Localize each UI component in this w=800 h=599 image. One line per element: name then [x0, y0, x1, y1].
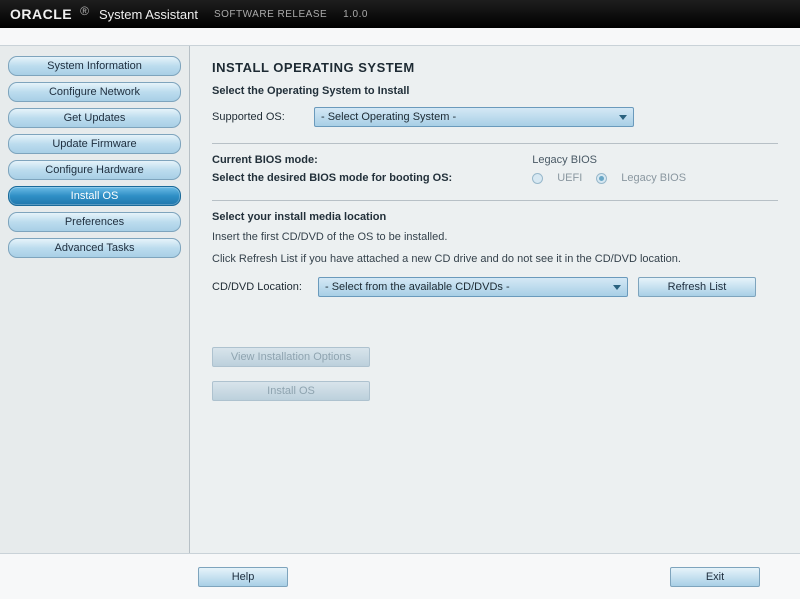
sidebar-item-preferences[interactable]: Preferences: [8, 212, 181, 232]
supported-os-value: - Select Operating System -: [321, 111, 456, 123]
cd-location-select[interactable]: - Select from the available CD/DVDs -: [318, 277, 628, 297]
bios-radio-group: UEFI Legacy BIOS: [532, 172, 686, 184]
app-body: System Information Configure Network Get…: [0, 46, 800, 553]
top-spacer: [0, 28, 800, 46]
bios-radio-uefi[interactable]: [532, 173, 543, 184]
sidebar-item-advanced-tasks[interactable]: Advanced Tasks: [8, 238, 181, 258]
help-button[interactable]: Help: [198, 567, 288, 587]
brand-logo: ORACLE: [10, 6, 72, 22]
sidebar-item-configure-hardware[interactable]: Configure Hardware: [8, 160, 181, 180]
chevron-down-icon: [613, 285, 621, 290]
release-label: SOFTWARE RELEASE: [214, 9, 327, 20]
sidebar-item-label: Preferences: [65, 216, 124, 228]
supported-os-label: Supported OS:: [212, 111, 302, 123]
bios-radio-uefi-label: UEFI: [557, 172, 582, 184]
select-os-heading: Select the Operating System to Install: [212, 85, 778, 97]
release-version: 1.0.0: [343, 9, 368, 20]
sidebar-item-label: Configure Hardware: [45, 164, 143, 176]
sidebar-item-label: Advanced Tasks: [55, 242, 135, 254]
sidebar-item-label: System Information: [47, 60, 142, 72]
media-help-1: Insert the first CD/DVD of the OS to be …: [212, 231, 778, 243]
current-bios-value: Legacy BIOS: [532, 154, 686, 166]
exit-label: Exit: [706, 571, 724, 583]
sidebar-item-install-os[interactable]: Install OS: [8, 186, 181, 206]
sidebar-item-configure-network[interactable]: Configure Network: [8, 82, 181, 102]
bios-block: Current BIOS mode: Select the desired BI…: [212, 154, 778, 184]
cd-location-label: CD/DVD Location:: [212, 281, 308, 293]
sidebar-item-system-information[interactable]: System Information: [8, 56, 181, 76]
page-title: INSTALL OPERATING SYSTEM: [212, 60, 778, 75]
footer: Help Exit: [0, 553, 800, 599]
main-panel: INSTALL OPERATING SYSTEM Select the Oper…: [190, 46, 800, 553]
divider: [212, 143, 778, 144]
sidebar: System Information Configure Network Get…: [0, 46, 190, 553]
sidebar-item-label: Install OS: [71, 190, 119, 202]
sidebar-item-label: Update Firmware: [52, 138, 136, 150]
view-installation-options-button: View Installation Options: [212, 347, 370, 367]
supported-os-select[interactable]: - Select Operating System -: [314, 107, 634, 127]
supported-os-row: Supported OS: - Select Operating System …: [212, 107, 778, 127]
current-bios-label: Current BIOS mode:: [212, 154, 452, 166]
media-help-2: Click Refresh List if you have attached …: [212, 253, 778, 265]
registered-mark-icon: ®: [80, 4, 89, 18]
divider: [212, 200, 778, 201]
app-title: System Assistant: [99, 7, 198, 22]
help-label: Help: [232, 571, 255, 583]
app-header: ORACLE ® System Assistant SOFTWARE RELEA…: [0, 0, 800, 28]
refresh-list-label: Refresh List: [668, 281, 727, 293]
chevron-down-icon: [619, 115, 627, 120]
bios-radio-legacy-label: Legacy BIOS: [621, 172, 686, 184]
view-installation-options-label: View Installation Options: [231, 351, 351, 363]
sidebar-item-label: Configure Network: [49, 86, 140, 98]
exit-button[interactable]: Exit: [670, 567, 760, 587]
install-os-label: Install OS: [267, 385, 315, 397]
sidebar-item-get-updates[interactable]: Get Updates: [8, 108, 181, 128]
sidebar-item-update-firmware[interactable]: Update Firmware: [8, 134, 181, 154]
bios-radio-legacy[interactable]: [596, 173, 607, 184]
cd-location-row: CD/DVD Location: - Select from the avail…: [212, 277, 778, 297]
app-window: ORACLE ® System Assistant SOFTWARE RELEA…: [0, 0, 800, 599]
desired-bios-label: Select the desired BIOS mode for booting…: [212, 172, 452, 184]
cd-location-value: - Select from the available CD/DVDs -: [325, 281, 510, 293]
refresh-list-button[interactable]: Refresh List: [638, 277, 756, 297]
install-os-button: Install OS: [212, 381, 370, 401]
media-heading: Select your install media location: [212, 211, 778, 223]
sidebar-item-label: Get Updates: [64, 112, 126, 124]
